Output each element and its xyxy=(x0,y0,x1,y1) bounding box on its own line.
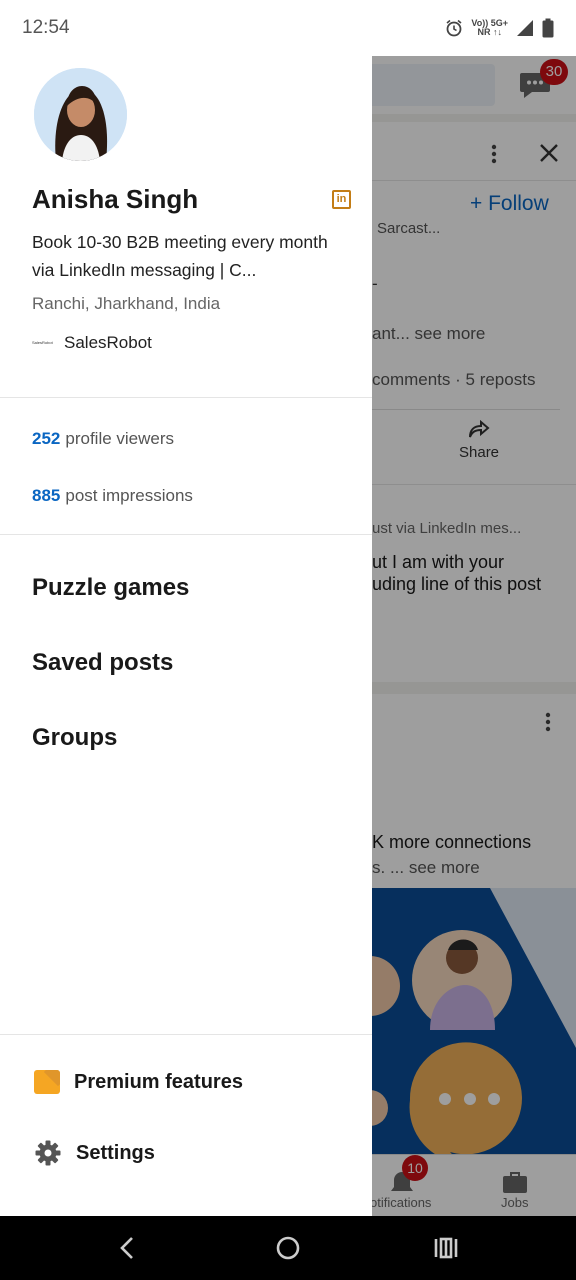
premium-features-label: Premium features xyxy=(74,1070,243,1093)
post-impressions-label: post impressions xyxy=(65,486,193,505)
battery-icon xyxy=(542,18,554,38)
settings-label: Settings xyxy=(76,1141,155,1164)
back-icon[interactable] xyxy=(112,1232,144,1264)
profile-location: Ranchi, Jharkhand, India xyxy=(32,294,221,313)
premium-features-item[interactable]: Premium features xyxy=(34,1070,243,1094)
profile-viewers-label: profile viewers xyxy=(65,429,175,448)
profile-name[interactable]: Anisha Singh xyxy=(32,184,198,215)
profile-company[interactable]: SalesRobot SalesRobot xyxy=(32,333,152,353)
menu-item-puzzle-games[interactable]: Puzzle games xyxy=(32,574,189,602)
alarm-icon xyxy=(446,19,462,37)
avatar[interactable] xyxy=(34,68,127,161)
menu-item-saved-posts[interactable]: Saved posts xyxy=(32,649,173,677)
network-indicator: Vo)) 5G+ NR ↑↓ xyxy=(471,18,508,37)
company-name: SalesRobot xyxy=(64,333,152,352)
gear-icon xyxy=(35,1140,61,1166)
premium-icon xyxy=(34,1070,60,1094)
navigation-drawer: Anisha Singh in Book 10-30 B2B meeting e… xyxy=(0,56,372,1216)
menu-item-groups[interactable]: Groups xyxy=(32,724,117,752)
settings-item[interactable]: Settings xyxy=(34,1139,155,1167)
profile-headline: Book 10-30 B2B meeting every month via L… xyxy=(32,232,328,280)
signal-icon xyxy=(517,20,533,36)
status-icons: Vo)) 5G+ NR ↑↓ xyxy=(445,18,554,38)
post-impressions-count: 885 xyxy=(32,486,61,505)
system-nav-bar xyxy=(0,1216,576,1280)
company-logo: SalesRobot xyxy=(32,340,53,345)
divider xyxy=(0,1034,372,1035)
status-bar: 12:54 Vo)) 5G+ NR ↑↓ xyxy=(0,0,576,56)
linkedin-premium-icon: in xyxy=(332,190,351,209)
post-impressions-stat[interactable]: 885 post impressions xyxy=(32,486,193,506)
recents-icon[interactable] xyxy=(430,1232,462,1264)
home-icon[interactable] xyxy=(272,1232,304,1264)
profile-viewers-count: 252 xyxy=(32,429,61,448)
status-time: 12:54 xyxy=(22,17,70,38)
divider xyxy=(0,534,372,535)
divider xyxy=(0,397,372,398)
profile-viewers-stat[interactable]: 252 profile viewers xyxy=(32,429,174,449)
